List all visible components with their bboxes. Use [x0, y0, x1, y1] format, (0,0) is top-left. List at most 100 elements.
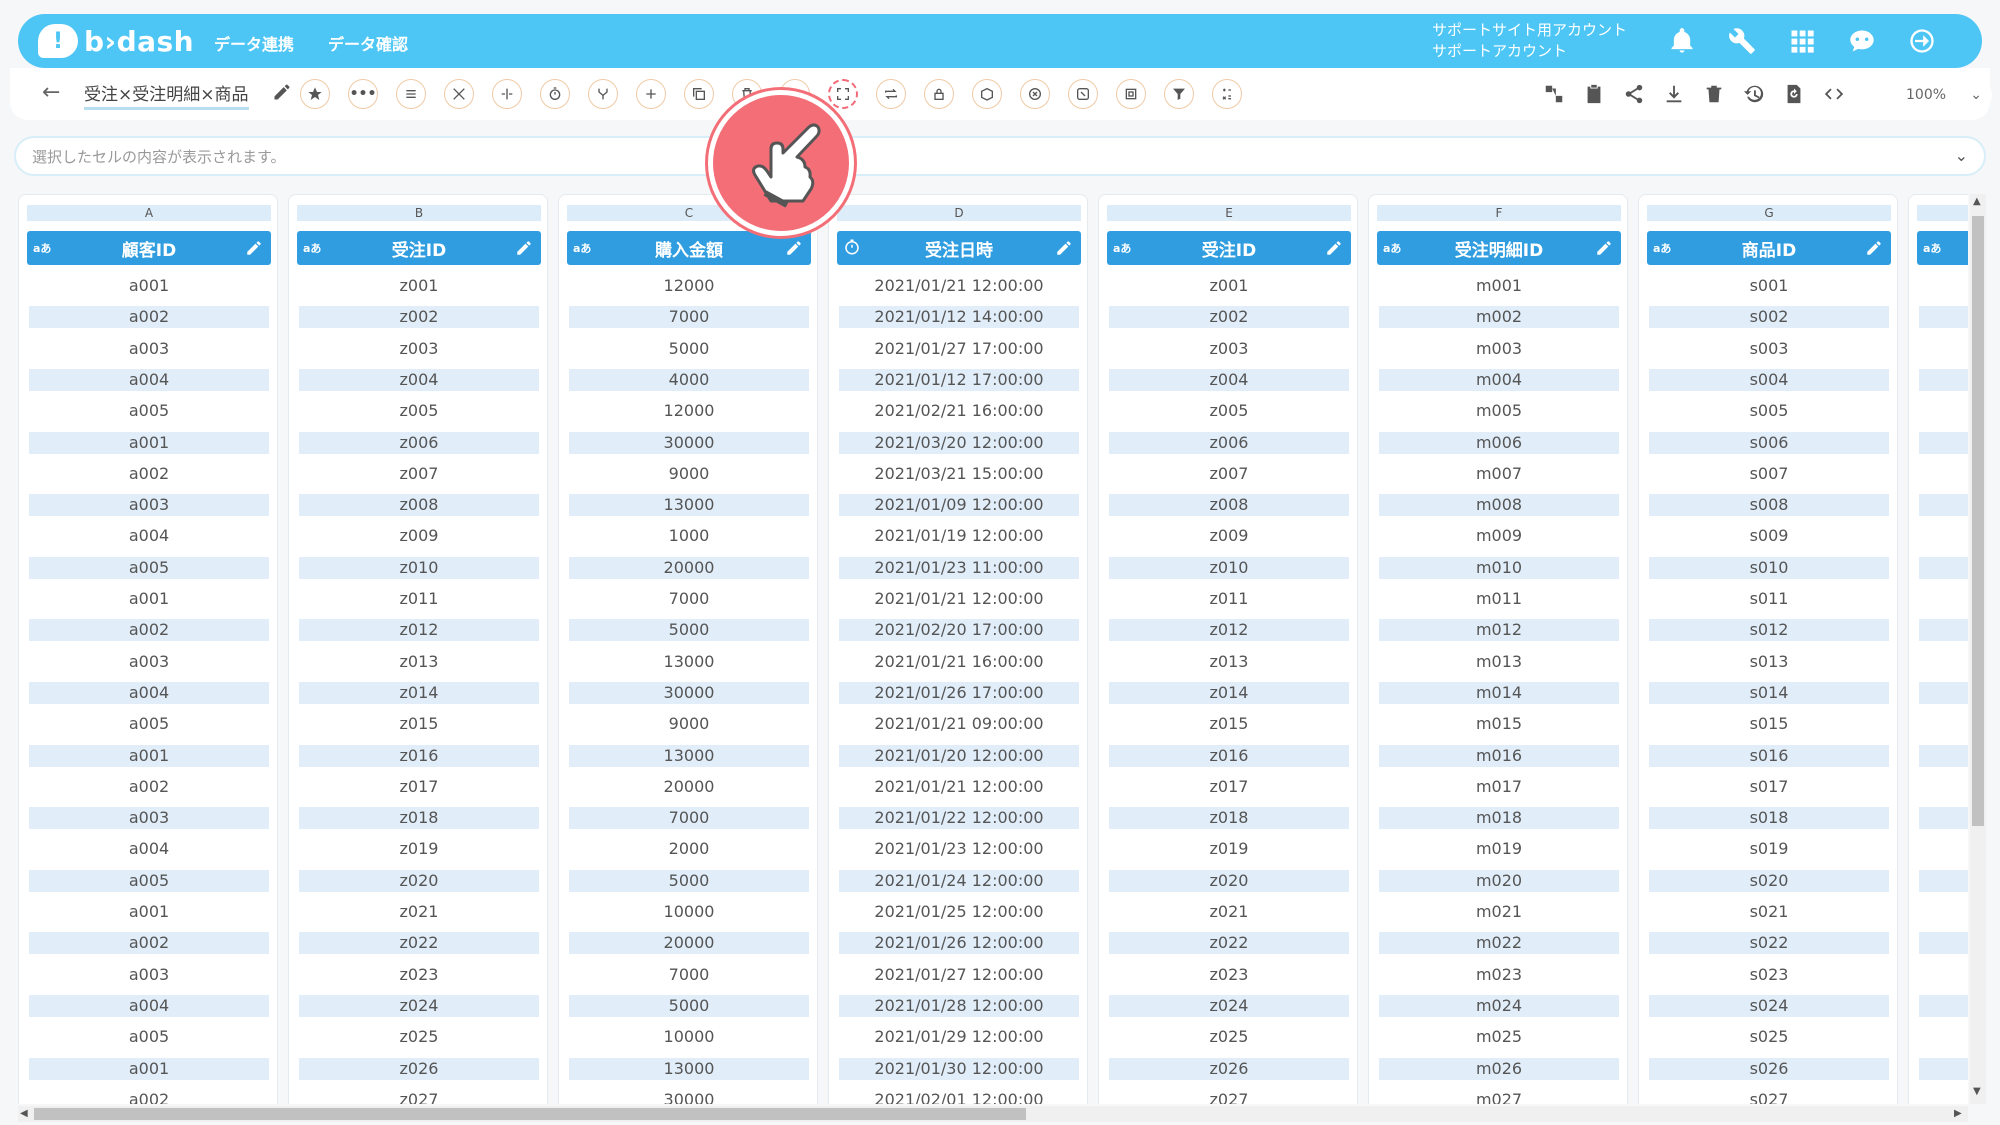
table-cell[interactable]: 2021/01/30 12:00:00 — [839, 1057, 1079, 1080]
column-header[interactable]: aあ 購入金額 — [567, 231, 811, 265]
column-letter[interactable]: B — [297, 205, 541, 221]
table-cell[interactable]: 4000 — [569, 368, 809, 391]
nav-data-check[interactable]: データ確認 — [328, 31, 408, 55]
table-cell[interactable]: z005 — [1109, 400, 1349, 422]
table-cell[interactable]: s014 — [1649, 681, 1889, 704]
lock-icon[interactable] — [924, 79, 954, 109]
table-cell[interactable]: z009 — [299, 525, 539, 547]
table-cell[interactable] — [1919, 838, 1968, 860]
timer-icon[interactable] — [540, 79, 570, 109]
table-cell[interactable]: a003 — [29, 964, 269, 986]
column-letter[interactable]: E — [1107, 205, 1351, 221]
table-cell[interactable]: 30000 — [569, 681, 809, 704]
table-cell[interactable]: z013 — [1109, 651, 1349, 673]
table-cell[interactable]: m013 — [1379, 651, 1619, 673]
table-cell[interactable]: a001 — [29, 744, 269, 767]
nav-data-integration[interactable]: データ連携 — [214, 31, 294, 55]
table-cell[interactable]: m019 — [1379, 838, 1619, 860]
table-cell[interactable]: z007 — [299, 463, 539, 485]
column-header[interactable]: aあ 顧客ID — [27, 231, 271, 265]
logo[interactable]: ! b›dash — [38, 22, 194, 60]
table-cell[interactable]: 12000 — [569, 400, 809, 422]
table-cell[interactable]: a001 — [29, 901, 269, 923]
filter-icon[interactable] — [1164, 79, 1194, 109]
transform-icon[interactable] — [1068, 79, 1098, 109]
package-icon[interactable] — [972, 79, 1002, 109]
table-cell[interactable]: 2021/01/21 12:00:00 — [839, 776, 1079, 798]
table-cell[interactable]: a001 — [29, 431, 269, 454]
table-cell[interactable]: 7000 — [569, 807, 809, 830]
table-cell[interactable]: z002 — [1109, 306, 1349, 329]
table-cell[interactable]: z024 — [299, 994, 539, 1017]
table-cell[interactable]: s023 — [1649, 964, 1889, 986]
table-cell[interactable] — [1919, 431, 1968, 454]
table-cell[interactable]: 20000 — [569, 776, 809, 798]
table-cell[interactable]: s026 — [1649, 1057, 1889, 1080]
table-cell[interactable]: z011 — [299, 588, 539, 610]
table-cell[interactable]: 10000 — [569, 1026, 809, 1048]
table-cell[interactable]: m023 — [1379, 964, 1619, 986]
pencil-icon[interactable] — [785, 239, 803, 257]
table-cell[interactable]: z008 — [1109, 494, 1349, 517]
table-cell[interactable]: 2021/01/21 09:00:00 — [839, 713, 1079, 735]
cell-content-bar[interactable]: 選択したセルの内容が表示されます。 ⌄ — [14, 136, 1986, 176]
table-cell[interactable]: z010 — [1109, 556, 1349, 579]
vertical-scrollbar[interactable]: ▲ ▼ — [1970, 194, 1986, 1104]
table-cell[interactable]: z025 — [299, 1026, 539, 1048]
table-cell[interactable]: z009 — [1109, 525, 1349, 547]
column-split-icon[interactable] — [492, 79, 522, 109]
table-cell[interactable]: m007 — [1379, 463, 1619, 485]
list-icon[interactable] — [396, 79, 426, 109]
table-cell[interactable]: s003 — [1649, 338, 1889, 360]
table-cell[interactable] — [1919, 619, 1968, 642]
zoom-select[interactable]: 100% ⌄ — [1872, 80, 1992, 110]
table-cell[interactable] — [1919, 400, 1968, 422]
table-cell[interactable]: z022 — [299, 932, 539, 955]
table-cell[interactable]: z004 — [1109, 368, 1349, 391]
pencil-icon[interactable] — [515, 239, 533, 257]
table-cell[interactable]: z016 — [299, 744, 539, 767]
column-letter[interactable] — [1917, 205, 1968, 221]
cancel-circle-icon[interactable] — [1020, 79, 1050, 109]
table-cell[interactable] — [1919, 932, 1968, 955]
table-cell[interactable] — [1919, 651, 1968, 673]
table-cell[interactable]: z027 — [299, 1089, 539, 1104]
table-cell[interactable]: a004 — [29, 994, 269, 1017]
expand-icon[interactable] — [828, 79, 858, 109]
table-cell[interactable]: s025 — [1649, 1026, 1889, 1048]
table-cell[interactable]: 2021/03/21 15:00:00 — [839, 463, 1079, 485]
table-cell[interactable]: z017 — [1109, 776, 1349, 798]
table-cell[interactable]: a002 — [29, 463, 269, 485]
table-cell[interactable]: m021 — [1379, 901, 1619, 923]
table-cell[interactable]: s024 — [1649, 994, 1889, 1017]
table-cell[interactable]: s010 — [1649, 556, 1889, 579]
table-cell[interactable]: s020 — [1649, 869, 1889, 892]
table-cell[interactable]: m008 — [1379, 494, 1619, 517]
table-cell[interactable]: z006 — [299, 431, 539, 454]
logout-icon[interactable] — [1906, 26, 1938, 56]
table-cell[interactable]: 2021/01/26 17:00:00 — [839, 681, 1079, 704]
table-cell[interactable]: s021 — [1649, 901, 1889, 923]
table-cell[interactable]: a001 — [29, 1057, 269, 1080]
table-cell[interactable]: a004 — [29, 525, 269, 547]
table-cell[interactable]: 2021/01/24 12:00:00 — [839, 869, 1079, 892]
column-letter[interactable]: A — [27, 205, 271, 221]
table-cell[interactable]: 2021/01/23 12:00:00 — [839, 838, 1079, 860]
table-cell[interactable]: m006 — [1379, 431, 1619, 454]
pencil-icon[interactable] — [245, 239, 263, 257]
table-cell[interactable]: 30000 — [569, 1089, 809, 1104]
table-cell[interactable]: z016 — [1109, 744, 1349, 767]
table-cell[interactable]: 1000 — [569, 525, 809, 547]
table-cell[interactable]: s019 — [1649, 838, 1889, 860]
table-cell[interactable]: z012 — [1109, 619, 1349, 642]
table-cell[interactable]: z018 — [1109, 807, 1349, 830]
scroll-left-icon[interactable]: ◀ — [20, 1108, 28, 1119]
table-cell[interactable] — [1919, 744, 1968, 767]
table-cell[interactable]: 2021/03/20 12:00:00 — [839, 431, 1079, 454]
table-cell[interactable]: a005 — [29, 1026, 269, 1048]
tools-icon[interactable] — [444, 79, 474, 109]
table-cell[interactable]: z017 — [299, 776, 539, 798]
table-cell[interactable]: a002 — [29, 1089, 269, 1104]
table-cell[interactable]: 2021/02/21 16:00:00 — [839, 400, 1079, 422]
table-cell[interactable]: a003 — [29, 807, 269, 830]
